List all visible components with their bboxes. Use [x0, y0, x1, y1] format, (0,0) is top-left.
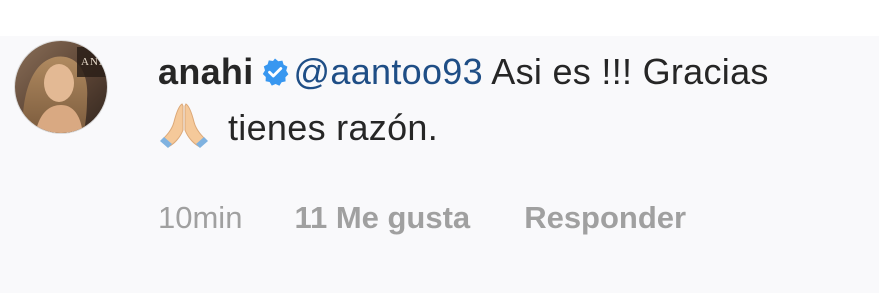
username-link[interactable]: anahi — [158, 51, 254, 92]
reply-button[interactable]: Responder — [524, 200, 686, 235]
comment-actions: 10min 11 Me gusta Responder — [158, 200, 686, 236]
mention-link[interactable]: @aantoo93 — [294, 51, 483, 92]
comment-text-line1: Asi es !!! Gracias — [482, 51, 769, 92]
verified-badge-icon — [262, 58, 288, 86]
avatar-image: ANA — [15, 41, 107, 133]
likes-count-link[interactable]: 11 Me gusta — [294, 200, 470, 235]
comment-text-line2: tienes razón. — [228, 107, 439, 148]
folded-hands-emoji — [160, 103, 208, 148]
avatar[interactable]: ANA — [14, 40, 108, 134]
comment-timestamp: 10min — [158, 200, 243, 235]
top-band — [0, 0, 879, 36]
comment-body: anahi @aantoo93 Asi es !!! Gracias tiene… — [158, 44, 873, 156]
